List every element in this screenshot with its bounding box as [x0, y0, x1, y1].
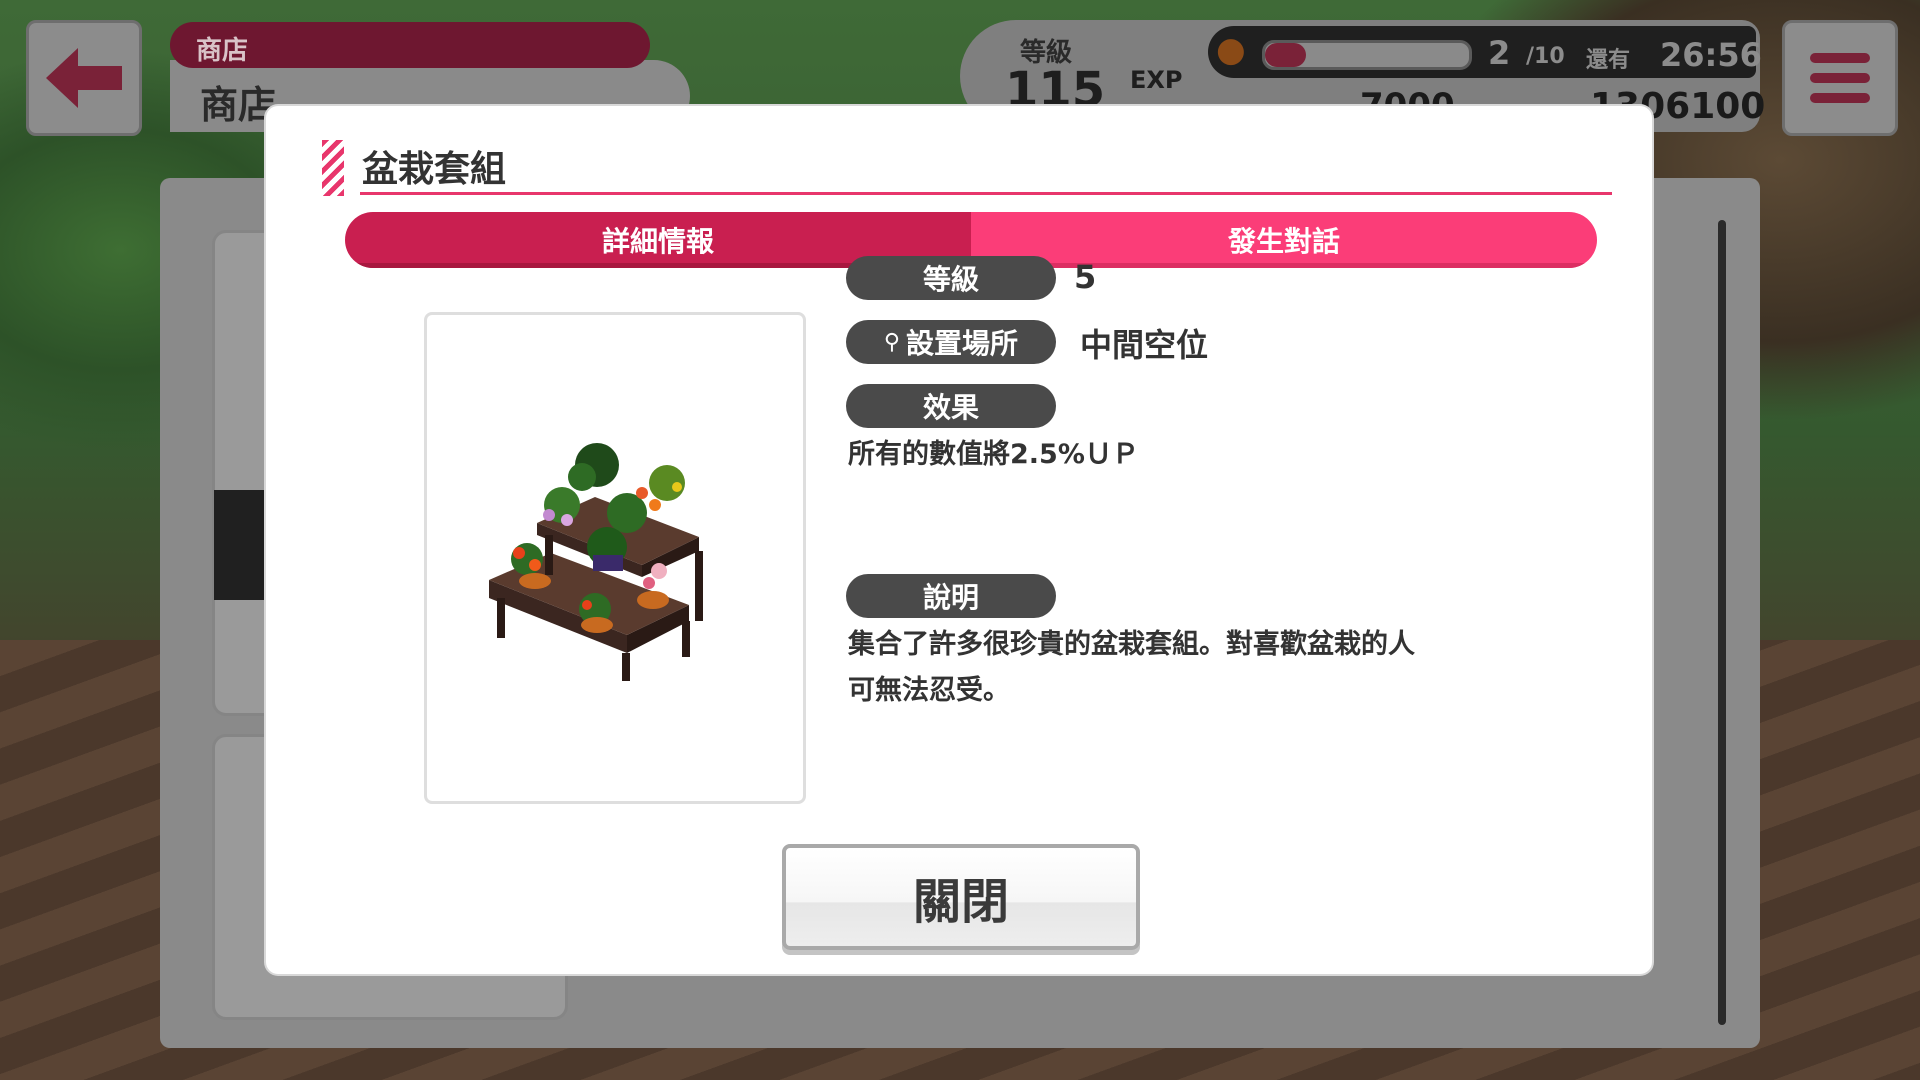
- stamina-value: 2: [1488, 34, 1511, 72]
- close-button[interactable]: 關閉: [782, 844, 1140, 950]
- hamburger-menu-icon-bar: [1810, 93, 1870, 103]
- stamina-max: /10: [1526, 44, 1565, 69]
- flame-icon: ●: [1216, 30, 1246, 70]
- effect-pill: 效果: [846, 384, 1056, 428]
- item-description: 集合了許多很珍貴的盆栽套組。對喜歡盆栽的人 可無法忍受。: [848, 622, 1415, 714]
- item-detail-modal: 盆栽套組 詳細情報 發生對話 等級 5 ⚲ 設置場所 中間空位 效果 所有的數值…: [266, 106, 1652, 974]
- item-location-value: 中間空位: [1080, 326, 1209, 364]
- background-scrollbar: [1718, 220, 1726, 1025]
- back-button[interactable]: [26, 20, 142, 136]
- stamina-remaining-label: 還有: [1586, 48, 1631, 73]
- hamburger-menu-icon-bar: [1810, 73, 1870, 83]
- hamburger-menu-icon: [1810, 53, 1870, 63]
- level-pill: 等級: [846, 256, 1056, 300]
- stamina-timer: 26:56: [1660, 36, 1762, 74]
- location-pill-label: 設置場所: [906, 327, 1019, 360]
- breadcrumb-main-label: 商店: [200, 83, 277, 127]
- stamina-bar-fill: [1265, 43, 1306, 67]
- menu-button[interactable]: [1782, 20, 1898, 136]
- breadcrumb-top-label: 商店: [196, 36, 249, 66]
- bonsai-set-icon: [489, 443, 703, 681]
- breadcrumb-top: 商店: [170, 22, 650, 68]
- title-stripe-decoration: [322, 140, 344, 196]
- modal-title: 盆栽套組: [362, 149, 507, 190]
- exp-label: EXP: [1130, 66, 1183, 94]
- item-effect-value: 所有的數值將2.5%ＵＰ: [848, 439, 1139, 470]
- title-underline: [360, 192, 1612, 195]
- location-pill: ⚲ 設置場所: [846, 320, 1056, 364]
- item-description-line-1: 集合了許多很珍貴的盆栽套組。對喜歡盆栽的人: [848, 629, 1415, 660]
- description-pill: 說明: [846, 574, 1056, 618]
- item-level-value: 5: [1074, 258, 1097, 296]
- stamina-bar: [1262, 40, 1472, 70]
- location-pin-icon: ⚲: [883, 329, 901, 355]
- tab-conversation[interactable]: 發生對話: [971, 212, 1597, 268]
- item-description-line-2: 可無法忍受。: [848, 675, 1010, 706]
- item-image-frame: [424, 312, 806, 804]
- back-arrow-icon: [46, 48, 122, 108]
